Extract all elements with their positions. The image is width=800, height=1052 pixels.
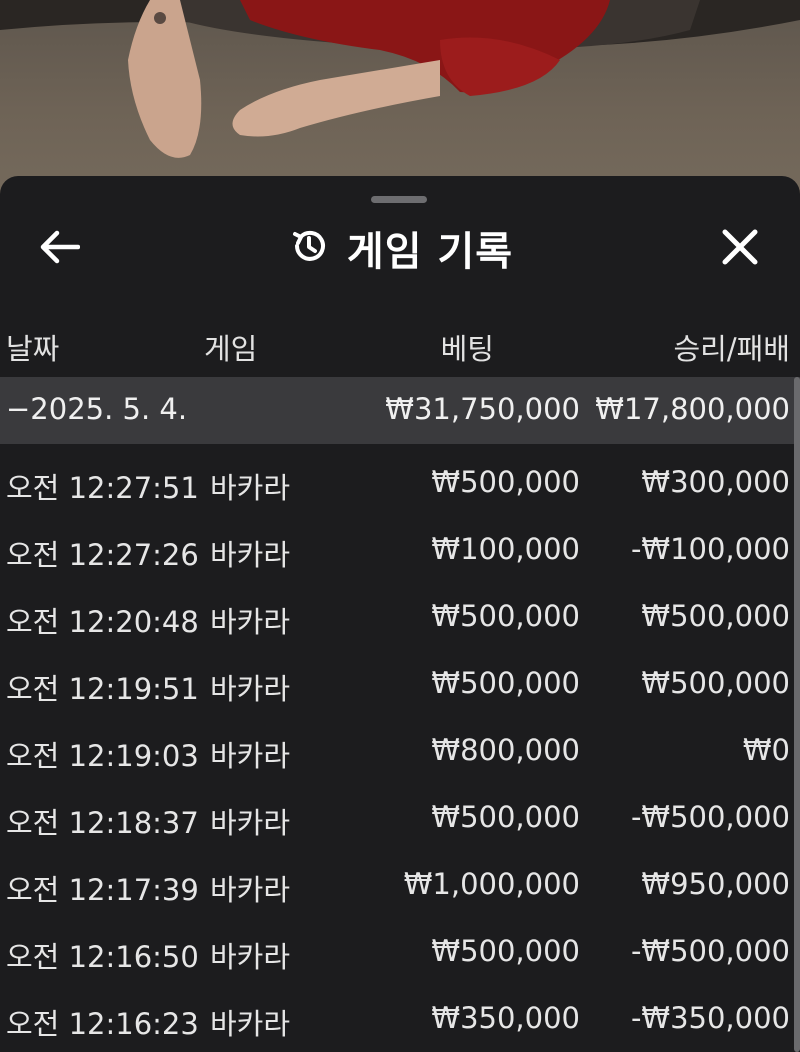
- row-game: 바카라: [210, 940, 291, 974]
- sheet-grab-handle[interactable]: [371, 196, 427, 203]
- row-time: 오전 12:27:51: [6, 471, 199, 505]
- back-button[interactable]: [30, 224, 90, 274]
- table-row[interactable]: 오전 12:27:51 바카라 ₩500,000 ₩300,000: [0, 451, 800, 518]
- row-result: -₩100,000: [630, 532, 790, 566]
- history-list: 오전 12:27:51 바카라 ₩500,000 ₩300,000 오전 12:…: [0, 451, 800, 1052]
- close-button[interactable]: [710, 224, 770, 274]
- row-result: ₩500,000: [641, 599, 790, 633]
- row-time: 오전 12:19:03: [6, 739, 199, 773]
- scrollbar[interactable]: [794, 377, 800, 1052]
- table-row[interactable]: 오전 12:16:23 바카라 ₩350,000 -₩350,000: [0, 987, 800, 1052]
- row-bet: ₩500,000: [431, 599, 580, 633]
- row-game: 바카라: [210, 806, 291, 840]
- row-game: 바카라: [210, 1007, 291, 1041]
- arrow-left-icon: [40, 230, 81, 268]
- column-header-game[interactable]: 게임: [204, 326, 257, 368]
- row-time: 오전 12:20:48: [6, 605, 199, 639]
- close-icon: [721, 228, 759, 270]
- row-bet: ₩100,000: [431, 532, 580, 566]
- sheet-header: 게임 기록: [0, 212, 800, 284]
- row-result: -₩500,000: [630, 934, 790, 968]
- row-game: 바카라: [210, 605, 291, 639]
- date-group-row[interactable]: −2025. 5. 4. ₩31,750,000 ₩17,800,000: [0, 377, 800, 444]
- row-game: 바카라: [210, 739, 291, 773]
- group-date: −2025. 5. 4.: [6, 392, 188, 426]
- row-bet: ₩500,000: [431, 666, 580, 700]
- table-row[interactable]: 오전 12:17:39 바카라 ₩1,000,000 ₩950,000: [0, 853, 800, 920]
- row-result: -₩350,000: [630, 1001, 790, 1035]
- dealer-video-background: [0, 0, 800, 200]
- row-time: 오전 12:16:50: [6, 940, 199, 974]
- table-row[interactable]: 오전 12:27:26 바카라 ₩100,000 -₩100,000: [0, 518, 800, 585]
- row-game: 바카라: [210, 538, 291, 572]
- row-time: 오전 12:17:39: [6, 873, 199, 907]
- group-total-bet: ₩31,750,000: [385, 392, 580, 426]
- row-time: 오전 12:18:37: [6, 806, 199, 840]
- table-row[interactable]: 오전 12:16:50 바카라 ₩500,000 -₩500,000: [0, 920, 800, 987]
- table-row[interactable]: 오전 12:18:37 바카라 ₩500,000 -₩500,000: [0, 786, 800, 853]
- row-game: 바카라: [210, 672, 291, 706]
- column-header-date[interactable]: 날짜: [6, 326, 59, 368]
- row-bet: ₩350,000: [431, 1001, 580, 1035]
- table-row[interactable]: 오전 12:19:51 바카라 ₩500,000 ₩500,000: [0, 652, 800, 719]
- column-header-bet[interactable]: 베팅: [441, 326, 494, 368]
- row-bet: ₩500,000: [431, 800, 580, 834]
- table-row[interactable]: 오전 12:20:48 바카라 ₩500,000 ₩500,000: [0, 585, 800, 652]
- row-time: 오전 12:27:26: [6, 538, 199, 572]
- row-bet: ₩800,000: [431, 733, 580, 767]
- row-bet: ₩500,000: [431, 465, 580, 499]
- row-bet: ₩1,000,000: [403, 867, 580, 901]
- title-group: 게임 기록: [0, 212, 800, 284]
- page-title: 게임 기록: [346, 229, 514, 275]
- column-header-result[interactable]: 승리/패배: [674, 326, 791, 368]
- game-history-sheet: 게임 기록 날짜 게임 베팅 승리/패배 −2025. 5. 4. ₩31,75…: [0, 176, 800, 1052]
- row-time: 오전 12:19:51: [6, 672, 199, 706]
- history-icon: [287, 224, 331, 272]
- row-result: ₩300,000: [641, 465, 790, 499]
- row-game: 바카라: [210, 873, 291, 907]
- table-header: 날짜 게임 베팅 승리/패배: [0, 322, 800, 366]
- row-result: ₩500,000: [641, 666, 790, 700]
- row-result: -₩500,000: [630, 800, 790, 834]
- dealer-scene-image: [0, 0, 800, 158]
- row-time: 오전 12:16:23: [6, 1007, 199, 1041]
- table-row[interactable]: 오전 12:19:03 바카라 ₩800,000 ₩0: [0, 719, 800, 786]
- row-bet: ₩500,000: [431, 934, 580, 968]
- row-game: 바카라: [210, 471, 291, 505]
- group-total-result: ₩17,800,000: [595, 392, 790, 426]
- row-result: ₩950,000: [641, 867, 790, 901]
- row-result: ₩0: [742, 733, 790, 767]
